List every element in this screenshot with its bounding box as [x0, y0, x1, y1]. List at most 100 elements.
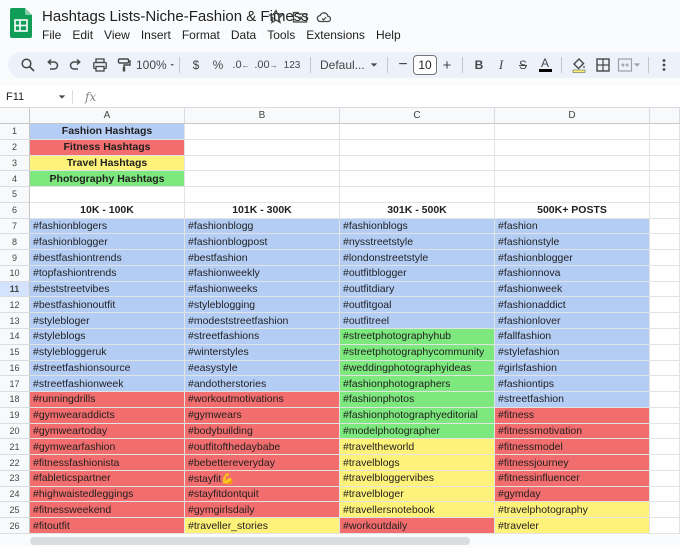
cell-c11[interactable]: #outfitdiary [340, 281, 495, 298]
cell-b26[interactable]: #traveller_stories [185, 518, 340, 535]
column-header-a[interactable]: A [30, 108, 185, 124]
cell-a1[interactable]: Fashion Hashtags [30, 124, 185, 140]
row-header[interactable]: 21 [0, 439, 30, 456]
cell-b22[interactable]: #bebettereveryday [185, 455, 340, 471]
cell-e23[interactable] [650, 470, 680, 487]
cell-e8[interactable] [650, 234, 680, 251]
menu-help[interactable]: Help [376, 28, 401, 42]
cell-d2[interactable] [495, 139, 650, 156]
row-header[interactable]: 6 [0, 202, 30, 219]
cell-c13[interactable]: #outfitreel [340, 313, 495, 329]
cell-c26[interactable]: #workoutdaily [340, 518, 495, 535]
star-icon[interactable] [268, 8, 284, 25]
cell-c2[interactable] [340, 139, 495, 156]
row-header[interactable]: 5 [0, 187, 30, 203]
fill-color-icon[interactable] [567, 54, 591, 76]
cell-a10[interactable]: #topfashiontrends [30, 265, 185, 282]
cell-b23[interactable]: #stayfit💪 [185, 470, 340, 487]
cell-b4[interactable] [185, 171, 340, 188]
row-header[interactable]: 12 [0, 297, 30, 314]
cell-c20[interactable]: #modelphotographer [340, 423, 495, 440]
name-box[interactable]: F11 [0, 91, 72, 103]
cell-d5[interactable] [495, 187, 650, 203]
row-header[interactable]: 4 [0, 171, 30, 188]
cell-d4[interactable] [495, 171, 650, 188]
cell-d18[interactable]: #streetfashion [495, 392, 650, 408]
format-percent-button[interactable]: % [207, 54, 229, 76]
cell-c19[interactable]: #fashionphotographyeditorial [340, 407, 495, 424]
bold-button[interactable]: B [468, 54, 490, 76]
cell-b10[interactable]: #fashionweekly [185, 265, 340, 282]
zoom-select[interactable]: 100% [136, 54, 174, 76]
cell-e16[interactable] [650, 360, 680, 377]
cell-b14[interactable]: #streetfashions [185, 329, 340, 345]
cell-d14[interactable]: #fallfashion [495, 329, 650, 345]
cell-e7[interactable] [650, 218, 680, 235]
italic-button[interactable]: I [490, 54, 512, 76]
row-header[interactable]: 23 [0, 470, 30, 487]
sheets-logo-icon[interactable] [10, 8, 32, 38]
more-formats-button[interactable]: 123 [279, 54, 305, 76]
cell-d9[interactable]: #fashionblogger [495, 250, 650, 266]
cell-a6[interactable]: 10K - 100K [30, 202, 185, 219]
row-header[interactable]: 19 [0, 407, 30, 424]
cell-c25[interactable]: #travellersnotebook [340, 502, 495, 519]
cell-c22[interactable]: #travelblogs [340, 455, 495, 471]
cell-a16[interactable]: #streetfashionsource [30, 360, 185, 377]
cell-d6[interactable]: 500K+ POSTS [495, 202, 650, 219]
cell-b21[interactable]: #outfitofthedaybabe [185, 439, 340, 456]
cell-b16[interactable]: #easystyle [185, 360, 340, 377]
cell-a8[interactable]: #fashionblogger [30, 234, 185, 251]
cell-c12[interactable]: #outfitgoal [340, 297, 495, 314]
cell-b15[interactable]: #winterstyles [185, 344, 340, 361]
cell-d3[interactable] [495, 155, 650, 172]
cell-d17[interactable]: #fashiontips [495, 376, 650, 393]
cell-b19[interactable]: #gymwears [185, 407, 340, 424]
cell-d11[interactable]: #fashionweek [495, 281, 650, 298]
cell-d16[interactable]: #girlsfashion [495, 360, 650, 377]
cell-c10[interactable]: #outfitblogger [340, 265, 495, 282]
cell-c24[interactable]: #travelbloger [340, 486, 495, 503]
cell-e15[interactable] [650, 344, 680, 361]
cell-c8[interactable]: #nysstreetstyle [340, 234, 495, 251]
cell-a2[interactable]: Fitness Hashtags [30, 139, 185, 156]
cell-c6[interactable]: 301K - 500K [340, 202, 495, 219]
select-all-corner[interactable] [0, 108, 30, 124]
cell-a17[interactable]: #streetfashionweek [30, 376, 185, 393]
cell-e21[interactable] [650, 439, 680, 456]
cell-d8[interactable]: #fashionstyle [495, 234, 650, 251]
row-header[interactable]: 14 [0, 329, 30, 345]
cell-b7[interactable]: #fashionblogg [185, 218, 340, 235]
menu-format[interactable]: Format [182, 28, 220, 42]
search-menus-icon[interactable] [16, 54, 40, 76]
row-header[interactable]: 22 [0, 455, 30, 471]
decrease-font-size-button[interactable]: − [393, 54, 413, 76]
row-header[interactable]: 20 [0, 423, 30, 440]
cell-a3[interactable]: Travel Hashtags [30, 155, 185, 172]
cell-a21[interactable]: #gymwearfashion [30, 439, 185, 456]
cell-e1[interactable] [650, 124, 680, 140]
cell-c21[interactable]: #traveltheworld [340, 439, 495, 456]
cell-b11[interactable]: #fashionweeks [185, 281, 340, 298]
redo-icon[interactable] [64, 54, 88, 76]
cell-d25[interactable]: #travelphotography [495, 502, 650, 519]
row-header[interactable]: 15 [0, 344, 30, 361]
strikethrough-button[interactable]: S [512, 54, 534, 76]
row-header[interactable]: 17 [0, 376, 30, 393]
cell-c14[interactable]: #streetphotographyhub [340, 329, 495, 345]
cell-c5[interactable] [340, 187, 495, 203]
cloud-status-icon[interactable] [316, 9, 332, 25]
cell-a25[interactable]: #fitnessweekend [30, 502, 185, 519]
row-header[interactable]: 1 [0, 124, 30, 140]
cell-b18[interactable]: #workoutmotivations [185, 392, 340, 408]
row-header[interactable]: 18 [0, 392, 30, 408]
column-header-e[interactable] [650, 108, 680, 124]
cell-d1[interactable] [495, 124, 650, 140]
row-header[interactable]: 11 [0, 281, 30, 298]
increase-font-size-button[interactable]: + [437, 54, 457, 76]
cell-a13[interactable]: #stylebloger [30, 313, 185, 329]
cell-e22[interactable] [650, 455, 680, 471]
cell-e19[interactable] [650, 407, 680, 424]
cell-a11[interactable]: #beststreetvibes [30, 281, 185, 298]
cell-e10[interactable] [650, 265, 680, 282]
